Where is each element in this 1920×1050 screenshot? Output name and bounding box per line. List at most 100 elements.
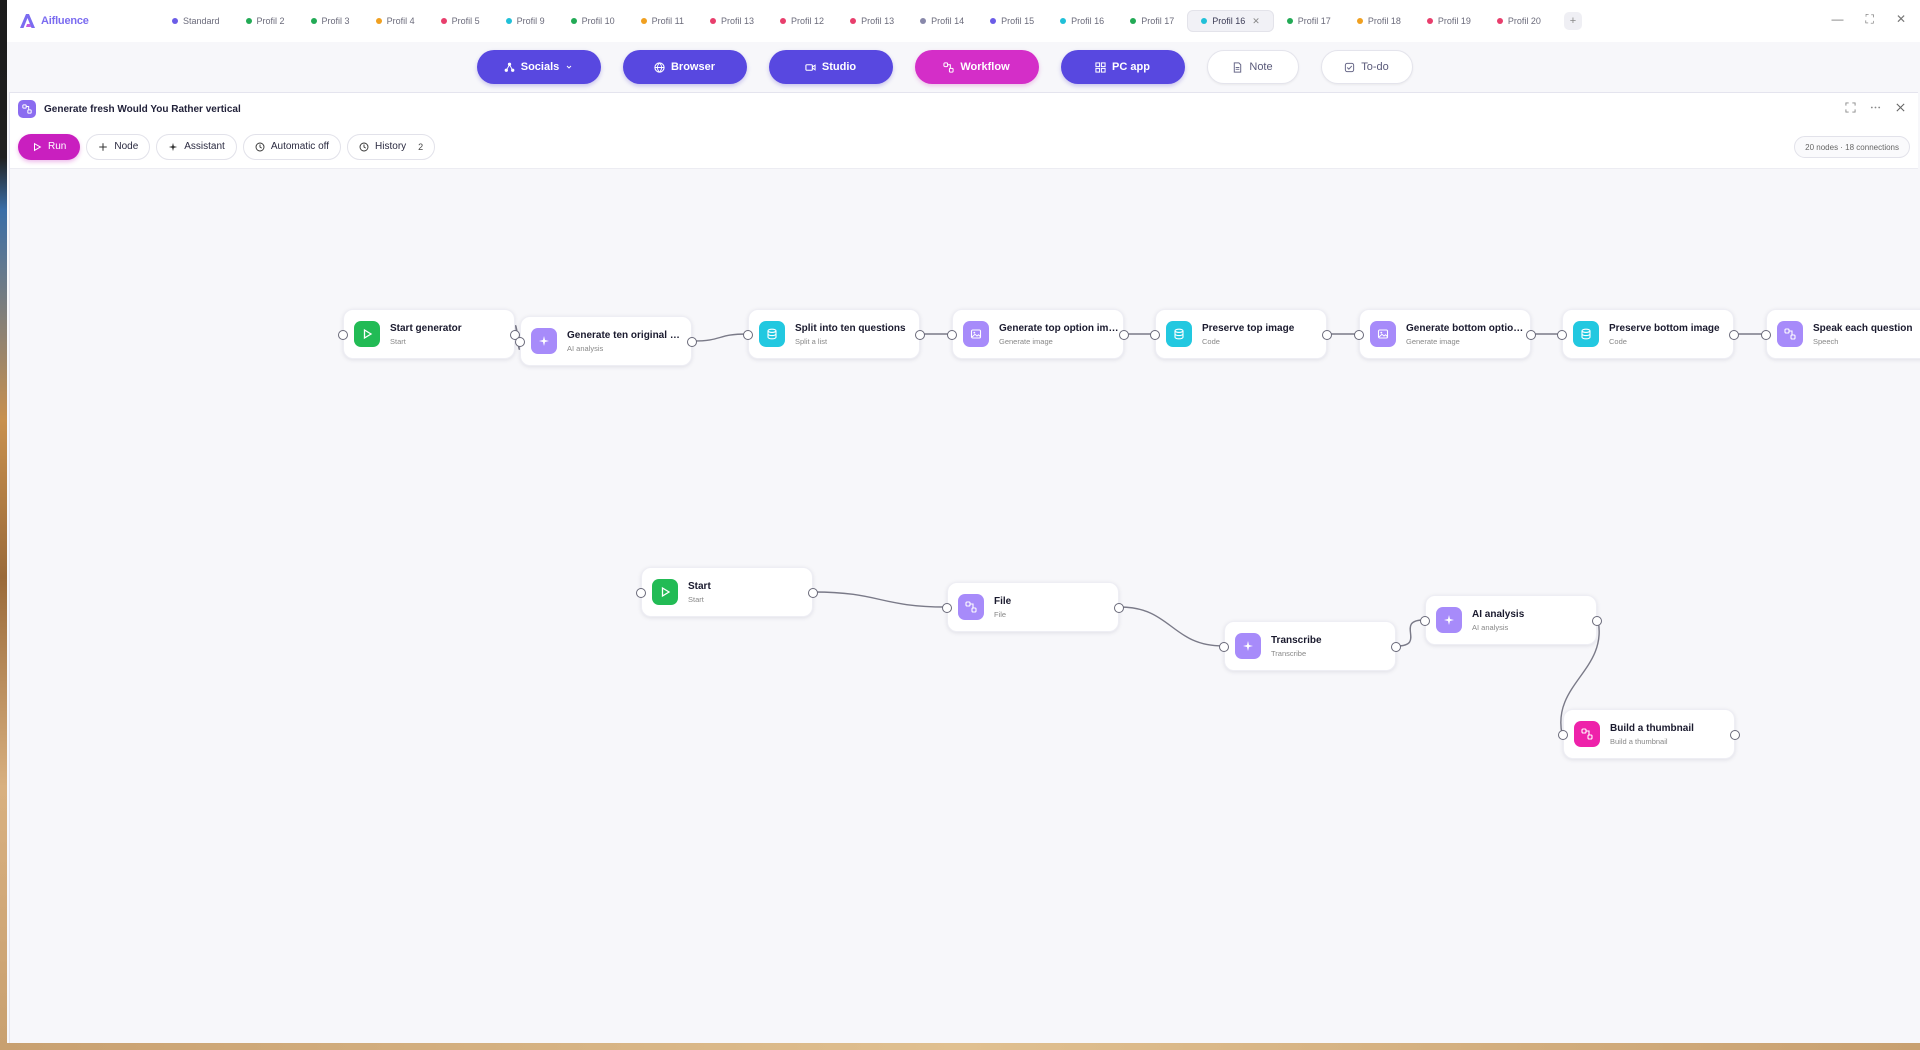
input-port[interactable]	[636, 588, 646, 598]
profile-tab[interactable]: Profil 2	[233, 10, 298, 32]
nav-socials-button[interactable]: Socials	[476, 50, 601, 84]
profile-tab[interactable]: Profil 4	[363, 10, 428, 32]
workflow-node[interactable]: Transcribe Transcribe	[1219, 621, 1401, 671]
profile-tabs: Standard Profil 2 Profil 3 Profil 4 Profil 5…	[159, 10, 1554, 32]
profile-tab[interactable]: Profil 11	[628, 10, 697, 32]
profile-tab[interactable]: Profil 5	[428, 10, 493, 32]
nav-workflow-button[interactable]: Workflow	[914, 50, 1039, 84]
input-port[interactable]	[515, 337, 525, 347]
input-port[interactable]	[1150, 330, 1160, 340]
profile-tab[interactable]: Profil 16 ✕	[1187, 10, 1274, 32]
node-text: AI analysis AI analysis	[1472, 609, 1594, 632]
more-icon[interactable]	[1870, 102, 1881, 113]
profile-tab[interactable]: Profil 13	[697, 10, 767, 32]
maximize-button[interactable]: ⛶	[1866, 12, 1874, 27]
workflow-node[interactable]: Generate top option image Generate image	[947, 309, 1129, 359]
node-title: Generate top option image	[999, 322, 1121, 334]
workflow-node[interactable]: Generate bottom option image Generate ima…	[1354, 309, 1536, 359]
workflow-node[interactable]: File File	[942, 582, 1124, 632]
input-port[interactable]	[942, 603, 952, 613]
workflow-canvas[interactable]: Start generator Start Generate ten origina…	[10, 169, 1920, 1043]
input-port[interactable]	[743, 330, 753, 340]
note-icon	[1234, 61, 1242, 73]
output-port[interactable]	[1526, 330, 1536, 340]
profile-tab[interactable]: Profil 15	[977, 10, 1047, 32]
output-port[interactable]	[1391, 642, 1401, 652]
workflow-node[interactable]: Start Start	[636, 567, 818, 617]
expand-icon[interactable]	[1845, 102, 1856, 113]
workflow-node[interactable]: Speak each question Speech	[1761, 309, 1920, 359]
profile-tab-label: Profil 3	[321, 16, 350, 26]
workflow-node[interactable]: Generate ten original Would You Rather q…	[515, 316, 697, 366]
node-title: Start	[688, 580, 711, 592]
run-button[interactable]: Run	[18, 133, 81, 160]
profile-color-dot	[710, 18, 716, 24]
profile-tab-label: Profil 5	[451, 16, 480, 26]
add-tab-button[interactable]: +	[1563, 12, 1582, 30]
nav-studio-button[interactable]: Studio	[768, 50, 893, 84]
profile-color-dot	[172, 18, 178, 24]
close-icon[interactable]	[1895, 102, 1906, 113]
assistant-button[interactable]: Assistant	[156, 133, 237, 160]
profile-tab[interactable]: Profil 20	[1484, 10, 1554, 32]
input-port[interactable]	[947, 330, 957, 340]
profile-tab[interactable]: Profil 18	[1344, 10, 1414, 32]
profile-tab[interactable]: Profil 16	[1047, 10, 1117, 32]
profile-tab[interactable]: Profil 17	[1117, 10, 1187, 32]
profile-tab[interactable]: Standard	[159, 10, 233, 32]
profile-tab[interactable]: Profil 10	[558, 10, 628, 32]
add-node-button[interactable]: Node	[86, 133, 151, 160]
workflow-node[interactable]: Preserve bottom image Code	[1557, 309, 1739, 359]
node-title: AI analysis	[1472, 608, 1525, 620]
input-port[interactable]	[1557, 330, 1567, 340]
profile-tab[interactable]: Profil 13	[837, 10, 907, 32]
close-tab-icon[interactable]: ✕	[1252, 16, 1260, 27]
workflow-node[interactable]: Split into ten questions Split a list	[743, 309, 925, 359]
profile-tab[interactable]: Profil 17	[1274, 10, 1344, 32]
profile-tab-label: Profil 2	[256, 16, 285, 26]
nav-browser-button[interactable]: Browser	[622, 50, 747, 84]
workflow-node[interactable]: Preserve top image Code	[1150, 309, 1332, 359]
automatic-label: Automatic off	[270, 141, 330, 152]
minimize-button[interactable]: —	[1832, 12, 1844, 27]
output-port[interactable]	[687, 337, 697, 347]
input-port[interactable]	[1558, 730, 1568, 740]
input-port[interactable]	[1420, 616, 1430, 626]
profile-tab[interactable]: Profil 14	[907, 10, 977, 32]
output-port[interactable]	[915, 330, 925, 340]
profile-color-dot	[310, 18, 317, 24]
output-port[interactable]	[1730, 730, 1740, 740]
input-port[interactable]	[1354, 330, 1364, 340]
output-port[interactable]	[1729, 330, 1739, 340]
output-port[interactable]	[1119, 330, 1129, 340]
nav-todo-button[interactable]: To-do	[1320, 50, 1413, 84]
workflow-node[interactable]: AI analysis AI analysis	[1420, 595, 1602, 645]
checkbox-icon	[1345, 62, 1355, 72]
app-logo[interactable]: Aifluence	[19, 13, 159, 29]
history-button[interactable]: History 2	[347, 133, 436, 160]
profile-tab[interactable]: Profil 19	[1414, 10, 1484, 32]
node-subtitle: Start	[390, 336, 406, 346]
profile-tab[interactable]: Profil 12	[767, 10, 837, 32]
output-port[interactable]	[1592, 616, 1602, 626]
profile-color-dot	[1496, 18, 1503, 24]
output-port[interactable]	[1114, 603, 1124, 613]
profile-tab[interactable]: Profil 3	[298, 10, 363, 32]
nav-pc-app-button[interactable]: PC app	[1060, 50, 1185, 84]
connection-edge[interactable]	[692, 333, 748, 342]
workflow-title: Generate fresh Would You Rather vertical	[44, 103, 241, 115]
output-port[interactable]	[808, 588, 818, 598]
workflow-node[interactable]: Start generator Start	[338, 309, 520, 359]
connection-edge[interactable]	[813, 591, 947, 608]
connection-edge[interactable]	[1119, 606, 1224, 647]
automatic-toggle[interactable]: Automatic off	[242, 133, 342, 160]
workflow-node[interactable]: Build a thumbnail Build a thumbnail	[1558, 709, 1740, 759]
close-window-button[interactable]: ✕	[1896, 12, 1906, 27]
input-port[interactable]	[338, 330, 348, 340]
input-port[interactable]	[1761, 330, 1771, 340]
output-port[interactable]	[1322, 330, 1332, 340]
profile-tab[interactable]: Profil 9	[493, 10, 558, 32]
input-port[interactable]	[1219, 642, 1229, 652]
nav-note-button[interactable]: Note	[1206, 50, 1299, 84]
profile-tab-label: Profil 4	[386, 16, 415, 26]
